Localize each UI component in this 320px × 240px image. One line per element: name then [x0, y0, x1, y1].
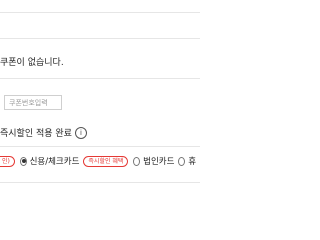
payment-badge-left: 인): [0, 155, 15, 167]
radio-mobile[interactable]: [178, 156, 186, 166]
payment-method-row: 인) 신용/체크카드 즉시할인 혜택 법인카드 휴: [0, 153, 200, 169]
no-coupon-message: 쿠폰이 없습니다.: [0, 58, 64, 68]
divider-4: [0, 146, 200, 147]
divider-top: [0, 12, 200, 13]
divider-2: [0, 38, 200, 39]
payment-option-credit-card[interactable]: 신용/체크카드: [30, 155, 80, 167]
radio-corporate-card[interactable]: [133, 156, 141, 166]
instant-discount-badge: 즉시할인 혜택: [83, 155, 129, 167]
discount-applied-notice: 즉시할인 적용 완료 i: [0, 126, 87, 139]
payment-option-mobile[interactable]: 휴: [188, 155, 196, 167]
payment-option-corporate-card[interactable]: 법인카드: [143, 155, 174, 167]
coupon-code-input[interactable]: [4, 95, 62, 110]
radio-credit-card[interactable]: [19, 156, 27, 166]
divider-bottom: [0, 182, 200, 183]
divider-3: [0, 78, 200, 79]
discount-applied-text: 즉시할인 적용 완료: [0, 129, 72, 139]
info-icon[interactable]: i: [74, 126, 87, 139]
